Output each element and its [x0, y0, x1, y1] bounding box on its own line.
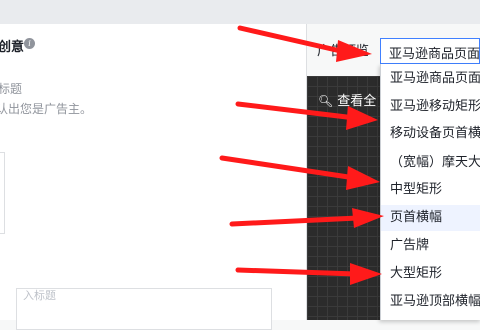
arrow-annotation	[336, 40, 372, 62]
arrow-annotation	[235, 101, 358, 121]
arrow-annotation	[235, 267, 359, 277]
arrow-annotation	[219, 155, 358, 181]
arrow-annotation	[346, 166, 380, 190]
arrow-annotation	[237, 25, 348, 55]
arrow-annotation	[229, 215, 361, 227]
annotation-arrows	[219, 25, 384, 285]
arrow-annotation	[352, 208, 384, 228]
arrow-annotation	[346, 106, 378, 130]
arrow-annotation	[350, 263, 382, 285]
